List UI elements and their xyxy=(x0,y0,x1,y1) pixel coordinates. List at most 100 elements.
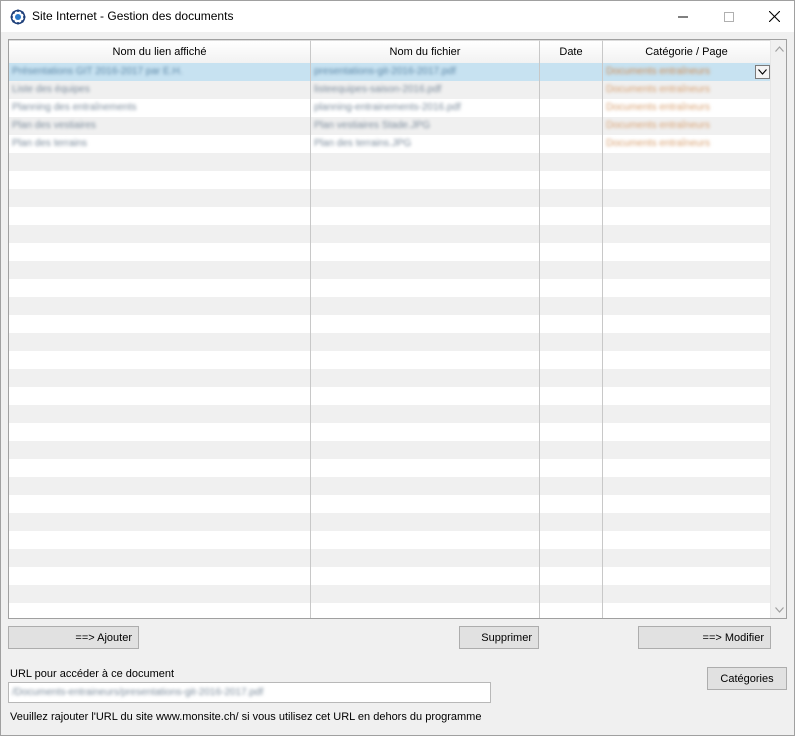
table-cell[interactable] xyxy=(9,531,311,549)
empty-table-row[interactable] xyxy=(9,153,771,171)
table-cell[interactable] xyxy=(603,549,771,567)
table-cell[interactable] xyxy=(540,261,603,279)
table-cell[interactable] xyxy=(311,603,540,618)
table-cell[interactable] xyxy=(9,153,311,171)
table-cell[interactable]: Documents entraîneurs xyxy=(603,81,771,99)
table-cell[interactable] xyxy=(9,459,311,477)
table-cell[interactable] xyxy=(9,333,311,351)
table-cell[interactable]: listeequipes-saison-2016.pdf xyxy=(311,81,540,99)
table-cell[interactable] xyxy=(540,153,603,171)
empty-table-row[interactable] xyxy=(9,585,771,603)
vertical-scrollbar[interactable] xyxy=(770,40,786,618)
table-cell[interactable] xyxy=(540,441,603,459)
table-cell[interactable] xyxy=(9,243,311,261)
table-cell[interactable] xyxy=(9,387,311,405)
table-cell[interactable] xyxy=(603,477,771,495)
table-cell[interactable] xyxy=(540,99,603,117)
empty-table-row[interactable] xyxy=(9,315,771,333)
category-dropdown-button[interactable] xyxy=(755,65,770,79)
table-cell[interactable] xyxy=(540,549,603,567)
table-cell[interactable] xyxy=(311,441,540,459)
table-cell[interactable] xyxy=(603,405,771,423)
table-cell[interactable] xyxy=(311,531,540,549)
table-cell[interactable]: Plan vestiaires Stade.JPG xyxy=(311,117,540,135)
table-cell[interactable] xyxy=(9,477,311,495)
table-cell[interactable] xyxy=(311,513,540,531)
table-cell[interactable] xyxy=(9,351,311,369)
table-cell[interactable] xyxy=(9,279,311,297)
table-cell[interactable] xyxy=(603,603,771,618)
empty-table-row[interactable] xyxy=(9,261,771,279)
table-cell[interactable] xyxy=(540,189,603,207)
table-cell[interactable] xyxy=(540,117,603,135)
table-cell[interactable] xyxy=(540,279,603,297)
table-cell[interactable] xyxy=(540,513,603,531)
table-cell[interactable] xyxy=(311,243,540,261)
table-cell[interactable] xyxy=(540,243,603,261)
scroll-down-arrow-icon[interactable] xyxy=(771,601,786,618)
empty-table-row[interactable] xyxy=(9,441,771,459)
table-cell[interactable] xyxy=(603,567,771,585)
empty-table-row[interactable] xyxy=(9,423,771,441)
categories-button[interactable]: Catégories xyxy=(707,667,787,690)
table-cell[interactable] xyxy=(311,387,540,405)
table-cell[interactable] xyxy=(540,207,603,225)
table-cell[interactable] xyxy=(311,333,540,351)
table-cell[interactable] xyxy=(311,297,540,315)
table-cell[interactable] xyxy=(9,189,311,207)
table-cell[interactable] xyxy=(311,567,540,585)
title-bar[interactable]: Site Internet - Gestion des documents xyxy=(1,1,794,32)
empty-table-row[interactable] xyxy=(9,243,771,261)
table-cell[interactable] xyxy=(603,423,771,441)
table-cell[interactable] xyxy=(540,423,603,441)
table-cell[interactable]: Planning des entraînements xyxy=(9,99,311,117)
table-cell[interactable] xyxy=(9,603,311,618)
table-cell[interactable] xyxy=(311,477,540,495)
table-cell[interactable]: Documents entraîneurs xyxy=(603,99,771,117)
table-cell[interactable] xyxy=(9,495,311,513)
table-cell[interactable] xyxy=(311,153,540,171)
minimize-button[interactable] xyxy=(660,1,706,32)
table-cell[interactable]: planning-entrainements-2016.pdf xyxy=(311,99,540,117)
table-cell[interactable] xyxy=(311,351,540,369)
empty-table-row[interactable] xyxy=(9,387,771,405)
table-row[interactable]: Plan des vestiaires Plan vestiaires Stade… xyxy=(9,117,771,135)
table-cell[interactable] xyxy=(540,369,603,387)
table-cell[interactable] xyxy=(9,567,311,585)
table-cell[interactable] xyxy=(603,315,771,333)
table-cell[interactable] xyxy=(603,225,771,243)
table-cell[interactable] xyxy=(540,405,603,423)
modify-button[interactable]: ==> Modifier xyxy=(638,626,771,649)
table-cell[interactable] xyxy=(540,63,603,81)
empty-table-row[interactable] xyxy=(9,333,771,351)
table-cell[interactable] xyxy=(603,189,771,207)
table-row[interactable]: Liste des équipes listeequipes-saison-201… xyxy=(9,81,771,99)
table-cell[interactable] xyxy=(540,351,603,369)
table-cell[interactable] xyxy=(311,369,540,387)
table-cell[interactable]: Liste des équipes xyxy=(9,81,311,99)
close-button[interactable] xyxy=(751,1,795,32)
table-cell[interactable] xyxy=(603,531,771,549)
table-cell[interactable] xyxy=(311,261,540,279)
table-cell[interactable] xyxy=(9,441,311,459)
table-cell[interactable] xyxy=(540,315,603,333)
empty-table-row[interactable] xyxy=(9,369,771,387)
table-cell[interactable]: presentations-git-2016-2017.pdf xyxy=(311,63,540,81)
url-field[interactable]: /Documents-entraineurs/presentations-git… xyxy=(8,682,491,703)
column-header-link-name[interactable]: Nom du lien affiché xyxy=(9,40,311,63)
table-cell[interactable] xyxy=(9,423,311,441)
table-row[interactable]: Plan des terrains Plan des terrains.JPG Do… xyxy=(9,135,771,153)
table-cell[interactable] xyxy=(603,297,771,315)
table-cell[interactable] xyxy=(540,387,603,405)
table-cell[interactable] xyxy=(311,207,540,225)
table-cell[interactable] xyxy=(540,531,603,549)
table-cell[interactable] xyxy=(540,477,603,495)
empty-table-row[interactable] xyxy=(9,225,771,243)
column-header-file-name[interactable]: Nom du fichier xyxy=(311,40,540,63)
table-cell[interactable] xyxy=(540,225,603,243)
empty-table-row[interactable] xyxy=(9,603,771,618)
table-cell[interactable]: Présentations GIT 2016-2017 par E.H. xyxy=(9,63,311,81)
table-cell[interactable] xyxy=(9,207,311,225)
table-cell[interactable] xyxy=(311,549,540,567)
table-cell[interactable]: Documents entraîneurs xyxy=(603,135,771,153)
